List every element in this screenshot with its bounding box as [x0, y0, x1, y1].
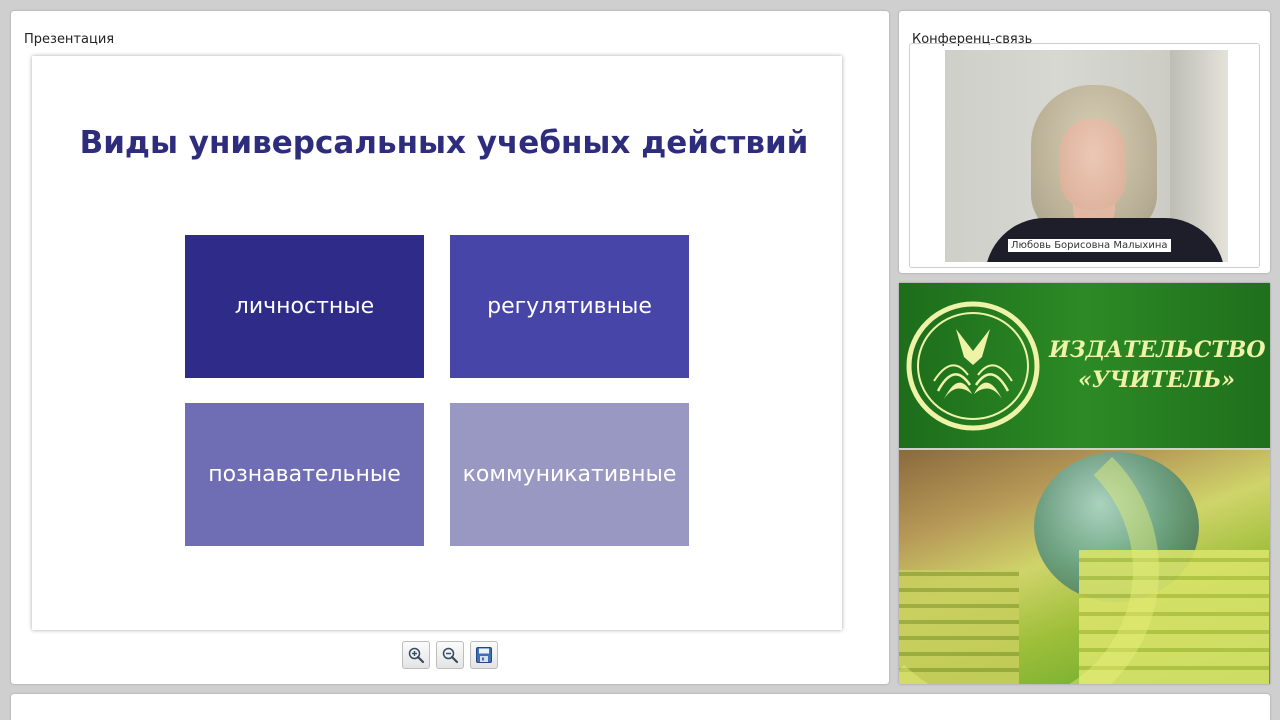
- presentation-toolbar: [402, 641, 498, 671]
- bottom-panel: [11, 694, 1270, 720]
- presentation-panel-title: Презентация: [24, 32, 115, 47]
- slide-tile-regulatory: регулятивные: [450, 235, 689, 378]
- publisher-banner: ИЗДАТЕЛЬСТВО «УЧИТЕЛЬ»: [899, 283, 1270, 684]
- speaker-name-label: Любовь Борисовна Малыхина: [1008, 239, 1171, 252]
- video-container: Любовь Борисовна Малыхина: [909, 43, 1260, 268]
- publisher-name-line1: ИЗДАТЕЛЬСТВО: [1049, 337, 1266, 363]
- presentation-slide: Виды универсальных учебных действий личн…: [32, 56, 842, 630]
- slide-title: Виды универсальных учебных действий: [79, 125, 809, 161]
- slide-tile-personal: личностные: [185, 235, 424, 378]
- slide-tile-communicative: коммуникативные: [450, 403, 689, 546]
- zoom-out-icon: [442, 647, 459, 664]
- publisher-name: ИЗДАТЕЛЬСТВО «УЧИТЕЛЬ»: [1049, 335, 1266, 395]
- save-icon: [476, 647, 492, 663]
- zoom-in-icon: [408, 647, 425, 664]
- zoom-in-button[interactable]: [402, 641, 430, 669]
- save-button[interactable]: [470, 641, 498, 669]
- zoom-out-button[interactable]: [436, 641, 464, 669]
- conference-panel: Конференц-связь Любовь Борисовна Малыхин…: [899, 11, 1270, 273]
- publisher-name-line2: «УЧИТЕЛЬ»: [1078, 367, 1235, 393]
- speaker-video[interactable]: Любовь Борисовна Малыхина: [945, 50, 1228, 262]
- banner-image: [899, 410, 1270, 684]
- presentation-panel: Презентация Виды универсальных учебных д…: [11, 11, 889, 684]
- speaker-face: [1060, 118, 1126, 210]
- slide-tile-cognitive: познавательные: [185, 403, 424, 546]
